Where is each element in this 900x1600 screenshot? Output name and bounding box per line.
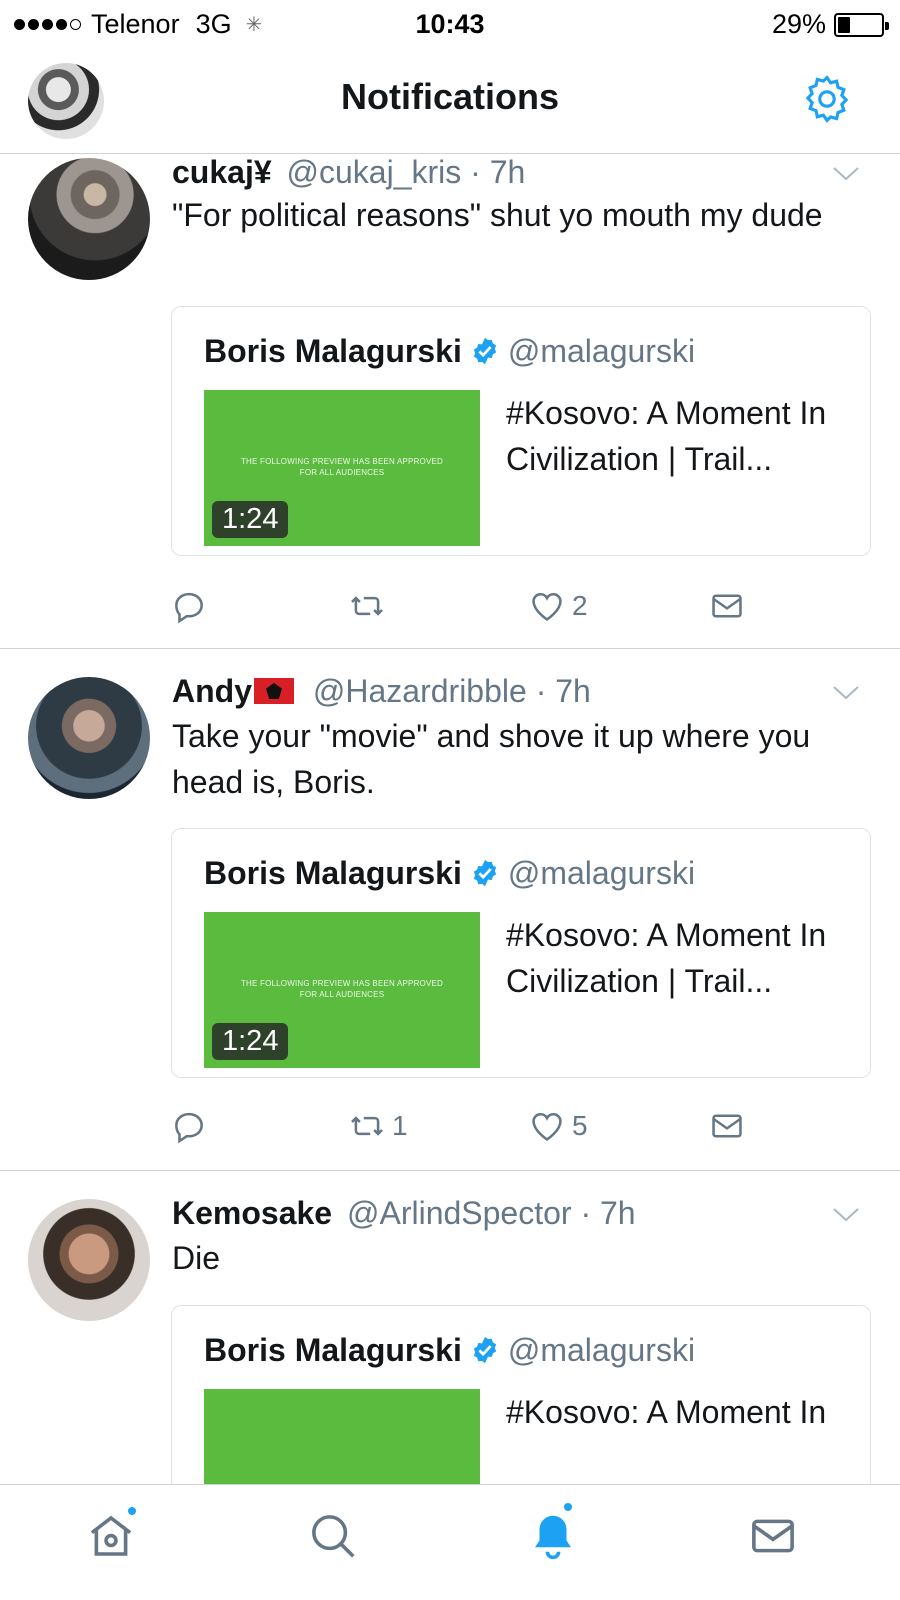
quoted-tweet-card[interactable]: Boris Malagurski @malagurski #Kosovo: A M… [171, 1305, 871, 1484]
direct-message-button[interactable] [708, 587, 746, 625]
video-thumbnail[interactable]: THE FOLLOWING PREVIEW HAS BEEN APPROVED … [204, 390, 480, 546]
albania-flag [254, 678, 294, 704]
quoted-tweet-card[interactable]: Boris Malagurski @malagurski THE FOLLOWIN… [171, 828, 871, 1078]
author-handle[interactable]: @Hazardribble [313, 673, 527, 709]
direct-message-button[interactable] [708, 1107, 746, 1145]
verified-badge-icon [473, 1336, 496, 1364]
notifications-badge-dot [562, 1501, 574, 1513]
tweet-time: · 7h [580, 1195, 636, 1231]
tweet[interactable]: Kemosake @ArlindSpector · 7h Die Boris M… [0, 1171, 900, 1484]
verified-badge-icon [473, 859, 496, 887]
tab-bar [0, 1484, 900, 1600]
thumbnail-caption: THE FOLLOWING PREVIEW HAS BEEN APPROVED … [240, 979, 444, 999]
video-thumbnail[interactable]: THE FOLLOWING PREVIEW HAS BEEN APPROVED … [204, 912, 480, 1068]
video-duration: 1:24 [212, 501, 289, 538]
avatar[interactable] [28, 1199, 150, 1321]
retweet-icon [351, 596, 383, 616]
envelope-icon [712, 1114, 742, 1138]
quoted-tweet-card[interactable]: Boris Malagurski @malagurski THE FOLLOWIN… [171, 306, 871, 556]
messages-icon [752, 1519, 794, 1553]
reply-button[interactable] [170, 587, 208, 625]
quoted-author-name: Boris Malagurski [204, 1332, 462, 1368]
battery-icon [834, 12, 889, 37]
quoted-title: #Kosovo: A Moment In [506, 1394, 827, 1430]
chevron-down-icon[interactable] [832, 1207, 860, 1223]
page-title: Notifications [340, 76, 559, 117]
home-icon [90, 1515, 132, 1556]
tweet-actions: 2 [0, 587, 900, 627]
chevron-down-icon[interactable] [832, 685, 860, 701]
author-name[interactable]: Andy [172, 673, 252, 709]
thumbnail-caption: THE FOLLOWING PREVIEW HAS BEEN APPROVED … [240, 457, 444, 477]
tweet-text: Take your "movie" and shove it up where … [172, 718, 811, 800]
retweet-button[interactable]: 1 [348, 1107, 408, 1145]
tweet-header: cukaj¥ @cukaj_kris · 7h [172, 154, 880, 191]
like-count: 2 [572, 590, 588, 621]
like-count: 5 [572, 1110, 588, 1141]
quoted-author-name: Boris Malagurski [204, 333, 462, 369]
video-duration: 1:24 [212, 1023, 289, 1060]
avatar[interactable] [28, 158, 150, 280]
tweet-text: "For political reasons" shut yo mouth my… [172, 197, 823, 233]
quoted-author[interactable]: Boris Malagurski @malagurski [204, 855, 695, 892]
quoted-title: #Kosovo: A Moment In Civilization | Trai… [506, 917, 827, 999]
tweet[interactable]: cukaj¥ @cukaj_kris · 7h "For political r… [0, 154, 900, 649]
quoted-author-handle: @malagurski [507, 1332, 696, 1368]
like-button[interactable]: 2 [528, 587, 588, 625]
heart-icon [532, 592, 562, 621]
tab-home[interactable] [84, 1505, 144, 1569]
quoted-author-handle: @malagurski [507, 333, 696, 369]
envelope-icon [712, 594, 742, 618]
tab-messages[interactable] [746, 1509, 806, 1569]
tab-notifications[interactable] [526, 1501, 586, 1569]
chevron-down-icon[interactable] [832, 166, 860, 182]
retweet-button[interactable] [348, 587, 392, 625]
search-icon [312, 1515, 355, 1558]
settings-gear-icon[interactable] [800, 72, 854, 126]
retweet-count: 1 [392, 1110, 408, 1141]
tweet-time: · 7h [470, 154, 526, 190]
author-name[interactable]: Kemosake [172, 1195, 332, 1231]
quoted-author[interactable]: Boris Malagurski @malagurski [204, 333, 695, 370]
heart-icon [532, 1112, 562, 1141]
author-handle[interactable]: @cukaj_kris [287, 154, 462, 190]
status-time: 10:43 [415, 9, 485, 39]
status-bar: Telenor 3G ✳ 10:43 29% [0, 0, 900, 50]
avatar[interactable] [28, 677, 150, 799]
tweet[interactable]: Andy @Hazardribble · 7h Take your "movie… [0, 649, 900, 1171]
quoted-author[interactable]: Boris Malagurski @malagurski [204, 1332, 695, 1369]
status-right: 29% [771, 9, 889, 40]
tweet-text: Die [172, 1240, 221, 1276]
home-badge-dot [126, 1505, 138, 1517]
verified-badge-icon [473, 337, 496, 365]
tweet-time: · 7h [535, 673, 591, 709]
reply-button[interactable] [170, 1107, 208, 1145]
quoted-title: #Kosovo: A Moment In Civilization | Trai… [506, 395, 827, 477]
retweet-icon [351, 1116, 383, 1136]
video-thumbnail[interactable] [204, 1389, 480, 1484]
tweet-header: Kemosake @ArlindSpector · 7h [172, 1195, 880, 1232]
tweet-actions: 1 5 [0, 1107, 900, 1147]
author-handle[interactable]: @ArlindSpector [347, 1195, 572, 1231]
tab-search[interactable] [306, 1509, 366, 1569]
nav-bar: Notifications [0, 50, 900, 154]
reply-icon [175, 592, 203, 624]
like-button[interactable]: 5 [528, 1107, 588, 1145]
battery-percent: 29% [771, 9, 826, 39]
reply-icon [175, 1112, 203, 1144]
tweet-header: Andy @Hazardribble · 7h [172, 673, 880, 710]
quoted-author-name: Boris Malagurski [204, 855, 462, 891]
author-name[interactable]: cukaj¥ [172, 154, 272, 190]
quoted-author-handle: @malagurski [507, 855, 696, 891]
notifications-bell-icon [535, 1515, 571, 1560]
